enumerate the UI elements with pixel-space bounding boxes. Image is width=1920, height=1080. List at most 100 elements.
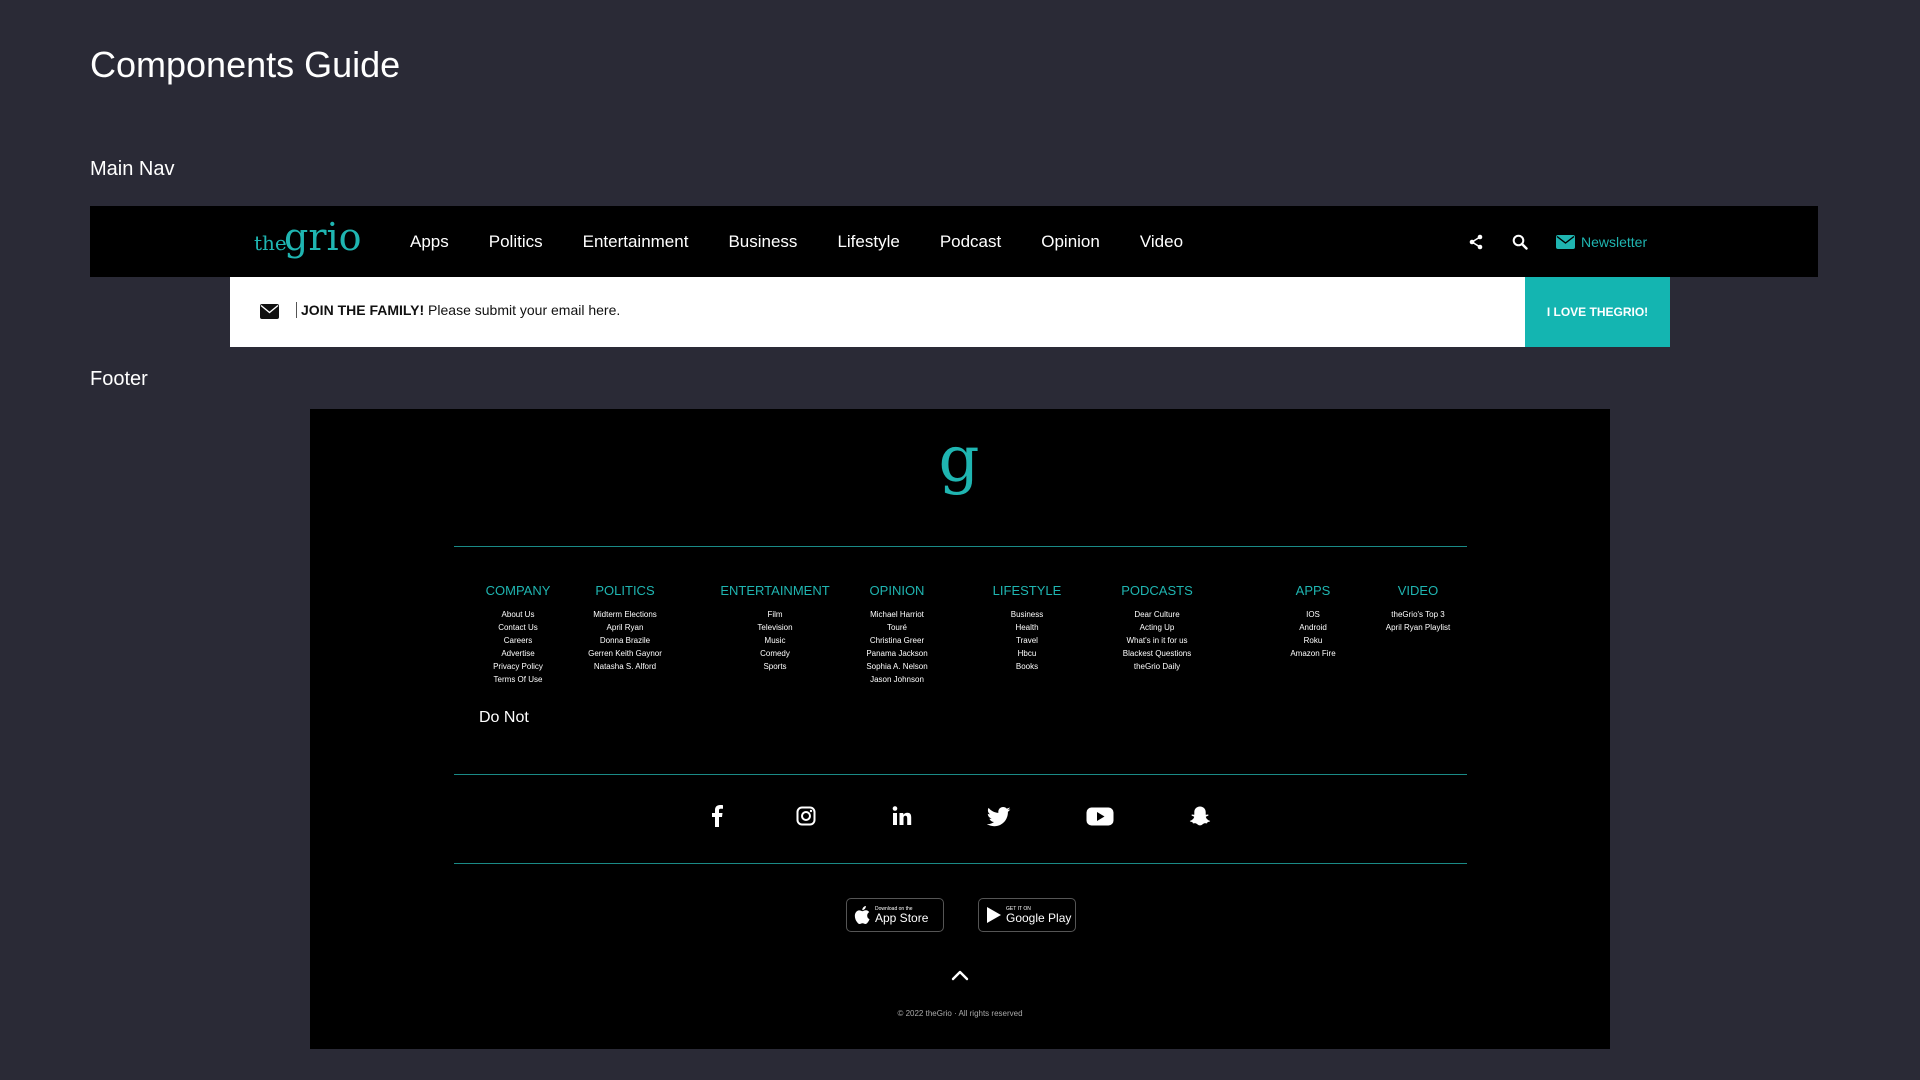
envelope-icon	[1556, 234, 1575, 249]
nav-links: Apps Politics Entertainment Business Lif…	[410, 206, 1183, 277]
logo-grio-text: grio	[284, 216, 362, 259]
column-heading: OPINION	[869, 583, 925, 598]
divider	[454, 863, 1467, 864]
nav-tools: Newsletter	[1468, 206, 1647, 277]
footer-link[interactable]: April Ryan	[565, 621, 685, 634]
nav-link-politics[interactable]: Politics	[489, 232, 543, 252]
instagram-icon[interactable]	[796, 805, 816, 827]
google-play-icon	[987, 907, 1001, 923]
footer-link[interactable]: Dear Culture	[1097, 608, 1217, 621]
column-heading: COMPANY	[485, 583, 551, 598]
divider	[454, 546, 1467, 547]
footer-link[interactable]: IOS	[1253, 608, 1373, 621]
footer-column-podcasts: PODCASTS Dear Culture Acting Up What's i…	[1097, 583, 1217, 673]
footer-link[interactable]: Travel	[967, 634, 1087, 647]
app-store-big-text: App Store	[875, 910, 929, 925]
grio-g-logo[interactable]: g	[936, 429, 982, 499]
footer-link[interactable]: Advertise	[458, 647, 578, 660]
snapchat-icon[interactable]	[1189, 805, 1211, 827]
footer-link[interactable]: Donna Brazile	[565, 634, 685, 647]
social-links	[310, 805, 1610, 835]
footer-link[interactable]: Music	[715, 634, 835, 647]
footer-link[interactable]: Roku	[1253, 634, 1373, 647]
footer-link[interactable]: Television	[715, 621, 835, 634]
footer-link[interactable]: Careers	[458, 634, 578, 647]
nav-link-business[interactable]: Business	[728, 232, 797, 252]
footer-link[interactable]: Comedy	[715, 647, 835, 660]
nav-link-lifestyle[interactable]: Lifestyle	[837, 232, 899, 252]
column-heading: LIFESTYLE	[992, 583, 1062, 598]
footer-link[interactable]: About Us	[458, 608, 578, 621]
nav-link-video[interactable]: Video	[1140, 232, 1183, 252]
footer-link[interactable]: theGrio's Top 3	[1358, 608, 1478, 621]
footer-link[interactable]: Business	[967, 608, 1087, 621]
google-play-badge[interactable]: GET IT ON Google Play	[978, 898, 1076, 932]
page-title: Components Guide	[90, 44, 401, 85]
facebook-icon[interactable]	[711, 805, 723, 827]
apple-icon	[854, 906, 870, 924]
share-icon[interactable]	[1468, 234, 1484, 250]
footer-link[interactable]: Film	[715, 608, 835, 621]
column-heading: POLITICS	[595, 583, 655, 598]
footer-link[interactable]: Books	[967, 660, 1087, 673]
footer-link[interactable]: Michael Harriot	[837, 608, 957, 621]
join-prompt-text: Please submit your email here.	[424, 302, 621, 318]
chevron-up-icon[interactable]	[951, 969, 969, 981]
footer-link[interactable]: Natasha S. Alford	[565, 660, 685, 673]
footer-column-video: VIDEO theGrio's Top 3 April Ryan Playlis…	[1358, 583, 1478, 634]
nav-link-entertainment[interactable]: Entertainment	[583, 232, 689, 252]
google-play-big-text: Google Play	[1006, 910, 1072, 925]
footer-link[interactable]: Jason Johnson	[837, 673, 957, 686]
footer-link[interactable]: Acting Up	[1097, 621, 1217, 634]
envelope-icon	[260, 304, 279, 319]
footer-link[interactable]: Privacy Policy	[458, 660, 578, 673]
footer-link[interactable]: Contact Us	[458, 621, 578, 634]
i-love-thegrio-button[interactable]: I LOVE THEGRIO!	[1525, 277, 1670, 347]
footer-link[interactable]: Touré	[837, 621, 957, 634]
footer-link[interactable]: Blackest Questions	[1097, 647, 1217, 660]
do-not-sell-link[interactable]: Do Not	[479, 709, 529, 727]
thegrio-logo[interactable]: the grio	[252, 216, 362, 266]
join-family-bar: JOIN THE FAMILY! Please submit your emai…	[230, 277, 1670, 347]
column-heading: PODCASTS	[1121, 583, 1193, 598]
footer-column-company: COMPANY About Us Contact Us Careers Adve…	[458, 583, 578, 686]
newsletter-button[interactable]: Newsletter	[1556, 234, 1647, 250]
section-label-main-nav: Main Nav	[90, 158, 175, 180]
column-heading: VIDEO	[1397, 583, 1439, 598]
footer-link[interactable]: Christina Greer	[837, 634, 957, 647]
footer-link[interactable]: Health	[967, 621, 1087, 634]
footer-column-politics: POLITICS Midterm Elections April Ryan Do…	[565, 583, 685, 673]
footer-column-entertainment: ENTERTAINMENT Film Television Music Come…	[715, 583, 835, 673]
footer-column-opinion: OPINION Michael Harriot Touré Christina …	[837, 583, 957, 686]
footer: g COMPANY About Us Contact Us Careers Ad…	[310, 409, 1610, 1049]
footer-link[interactable]: April Ryan Playlist	[1358, 621, 1478, 634]
divider	[454, 774, 1467, 775]
nav-link-podcast[interactable]: Podcast	[940, 232, 1001, 252]
column-heading: APPS	[1295, 583, 1331, 598]
footer-link[interactable]: What's in it for us	[1097, 634, 1217, 647]
footer-link[interactable]: Sports	[715, 660, 835, 673]
youtube-icon[interactable]	[1086, 805, 1114, 827]
linkedin-icon[interactable]	[892, 805, 912, 827]
nav-link-apps[interactable]: Apps	[410, 232, 449, 252]
nav-link-opinion[interactable]: Opinion	[1041, 232, 1100, 252]
footer-link[interactable]: Android	[1253, 621, 1373, 634]
join-strong-text: JOIN THE FAMILY!	[301, 302, 425, 318]
footer-link[interactable]: Gerren Keith Gaynor	[565, 647, 685, 660]
app-store-badge[interactable]: Download on the App Store	[846, 898, 944, 932]
copyright-text: © 2022 theGrio · All rights reserved	[897, 1009, 1023, 1018]
footer-link[interactable]: theGrio Daily	[1097, 660, 1217, 673]
search-icon[interactable]	[1512, 234, 1528, 250]
footer-link[interactable]: Hbcu	[967, 647, 1087, 660]
column-heading: ENTERTAINMENT	[720, 583, 830, 598]
logo-the-text: the	[254, 231, 287, 255]
footer-link[interactable]: Sophia A. Nelson	[837, 660, 957, 673]
footer-column-lifestyle: LIFESTYLE Business Health Travel Hbcu Bo…	[967, 583, 1087, 673]
footer-link[interactable]: Terms Of Use	[458, 673, 578, 686]
twitter-icon[interactable]	[987, 805, 1011, 827]
footer-link[interactable]: Panama Jackson	[837, 647, 957, 660]
footer-link[interactable]: Midterm Elections	[565, 608, 685, 621]
footer-column-apps: APPS IOS Android Roku Amazon Fire	[1253, 583, 1373, 660]
footer-link[interactable]: Amazon Fire	[1253, 647, 1373, 660]
section-label-footer: Footer	[90, 368, 148, 390]
